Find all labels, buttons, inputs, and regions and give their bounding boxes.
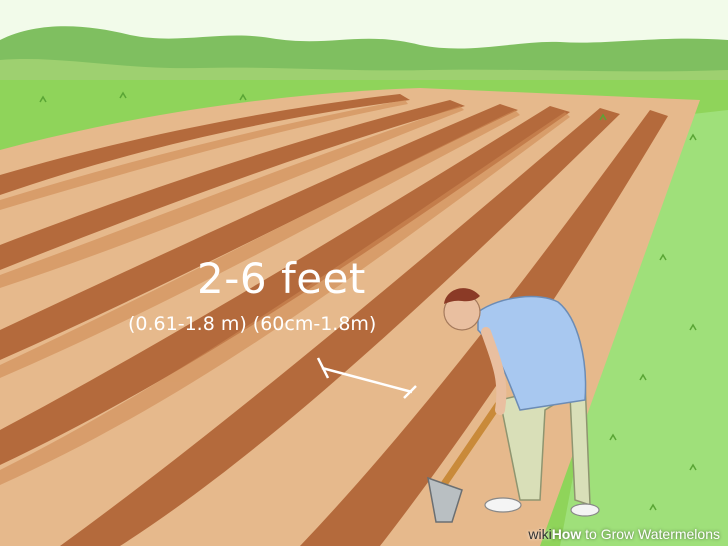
watermark-title: to Grow Watermelons (581, 526, 720, 542)
garden-illustration: 2-6 feet (0.61-1.8 m) (60cm-1.8m) wikiHo… (0, 0, 728, 546)
measurement-metric-label: (0.61-1.8 m) (60cm-1.8m) (128, 313, 377, 335)
wikihow-watermark: wikiHow to Grow Watermelons (528, 526, 720, 542)
watermark-brand-prefix: wiki (528, 526, 552, 542)
watermark-brand-suffix: How (551, 526, 582, 542)
measurement-label: 2-6 feet (197, 254, 366, 303)
